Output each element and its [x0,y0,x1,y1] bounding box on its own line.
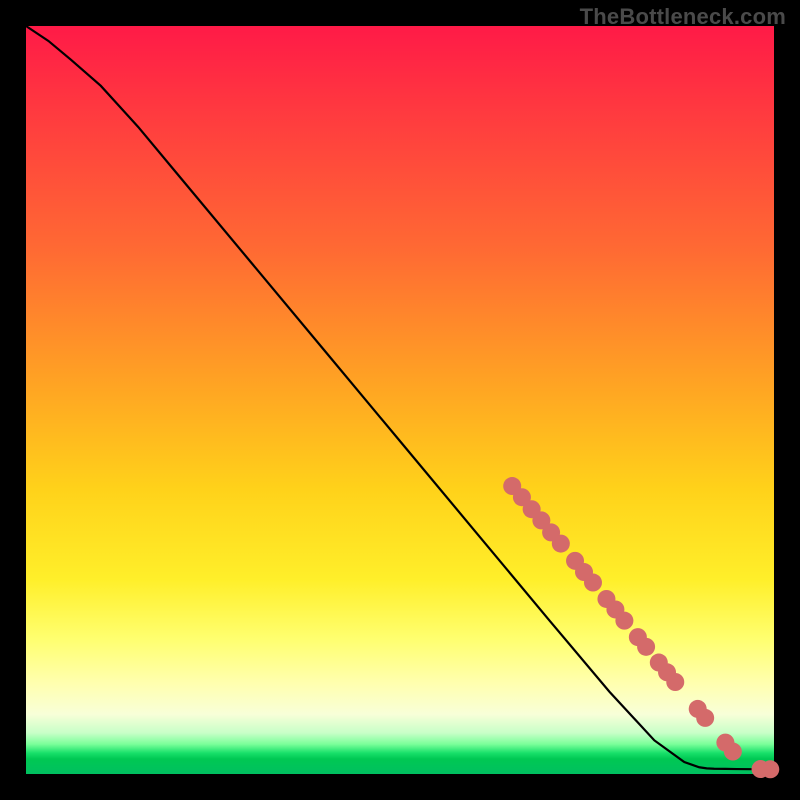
chart-marker [666,673,684,691]
chart-svg [26,26,774,774]
watermark-text: TheBottleneck.com [580,4,786,30]
chart-frame: TheBottleneck.com [0,0,800,800]
chart-marker [552,535,570,553]
chart-marker [724,743,742,761]
chart-marker [696,709,714,727]
chart-marker [615,612,633,630]
chart-marker [761,760,779,778]
chart-marker [637,638,655,656]
chart-plot-area [26,26,774,774]
chart-markers [503,477,779,778]
chart-marker [584,574,602,592]
